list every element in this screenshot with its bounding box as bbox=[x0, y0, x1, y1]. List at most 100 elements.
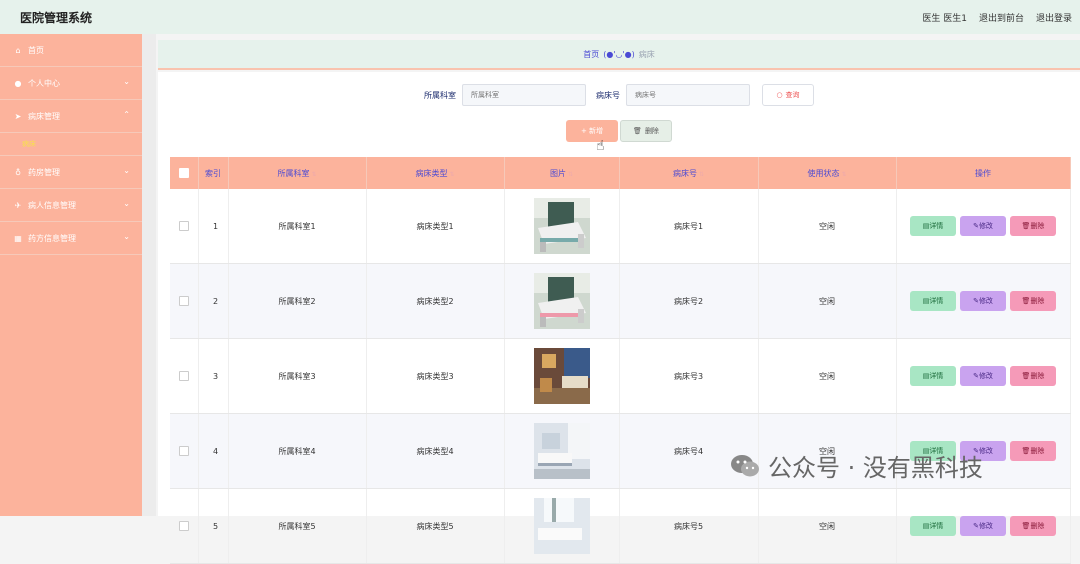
row-type: 病床类型4 bbox=[366, 413, 505, 489]
bed-number-input[interactable] bbox=[626, 84, 750, 106]
select-all-checkbox[interactable] bbox=[178, 168, 189, 178]
row-dept: 所属科室4 bbox=[228, 413, 367, 489]
room-photo-image[interactable] bbox=[533, 348, 590, 404]
row-checkbox[interactable] bbox=[178, 296, 189, 306]
row-type: 病床类型2 bbox=[366, 263, 505, 339]
row-type: 病床类型5 bbox=[366, 488, 505, 564]
sidebar-item-home[interactable]: ⌂ 首页 bbox=[0, 34, 142, 67]
row-checkbox[interactable] bbox=[178, 446, 189, 456]
row-dept: 所属科室2 bbox=[228, 263, 367, 339]
sidebar: ⌂ 首页 ● 个人中心 ⌄ ➤ 病床管理 ⌃ 病床 ♁ 药房管理 ⌄ ✈ 病人信… bbox=[0, 34, 142, 516]
row-status: 空闲 bbox=[758, 488, 897, 564]
trash-icon: 🗑 bbox=[633, 127, 642, 135]
app-title: 医院管理系统 bbox=[20, 10, 93, 25]
dept-input[interactable] bbox=[462, 84, 586, 106]
column-header-type[interactable]: 病床类型 ⇅ bbox=[366, 157, 505, 189]
edit-button[interactable]: ✎ 修改 bbox=[960, 366, 1006, 386]
table-header-row: 索引 所属科室 ⇅ 病床类型 ⇅ 图片 ⇅ 病床号 ⇅ 使用状态 ⇅ 操作 bbox=[170, 157, 1071, 189]
row-image-cell bbox=[504, 263, 620, 339]
row-index: 4 bbox=[198, 413, 229, 489]
bed-photo-image[interactable] bbox=[533, 198, 590, 254]
breadcrumb: 首页 (●'◡'●) 病床 bbox=[158, 40, 1080, 70]
sort-icon[interactable]: ⇅ bbox=[449, 171, 454, 178]
row-checkbox[interactable] bbox=[178, 221, 189, 231]
edit-button[interactable]: ✎ 修改 bbox=[960, 216, 1006, 236]
query-button-label: 查询 bbox=[785, 91, 800, 99]
sidebar-item-bed-management[interactable]: ➤ 病床管理 ⌃ bbox=[0, 100, 142, 133]
chevron-down-icon: ⌄ bbox=[123, 77, 130, 86]
delete-button[interactable]: 🗑 删除 bbox=[1010, 366, 1056, 386]
trash-icon: 🗑 bbox=[1021, 447, 1031, 455]
sidebar-subitem-bed[interactable]: 病床 bbox=[0, 133, 142, 156]
bed-table: 索引 所属科室 ⇅ 病床类型 ⇅ 图片 ⇅ 病床号 ⇅ 使用状态 ⇅ 操作 1 所属科室1… bbox=[170, 157, 1071, 564]
column-header-dept[interactable]: 所属科室 ⇅ bbox=[228, 157, 367, 189]
bed-photo-image[interactable] bbox=[533, 273, 590, 329]
top-header: 医院管理系统 医生 医生1 退出到前台 退出登录 bbox=[0, 0, 1080, 34]
row-index: 3 bbox=[198, 338, 229, 414]
sort-icon[interactable]: ⇅ bbox=[699, 171, 704, 178]
sidebar-item-prescriptions[interactable]: ▦ 药方信息管理 ⌄ bbox=[0, 222, 142, 255]
batch-delete-button[interactable]: 🗑 删除 bbox=[620, 120, 672, 142]
breadcrumb-home[interactable]: 首页 bbox=[583, 49, 599, 60]
row-dept: 所属科室1 bbox=[228, 189, 367, 264]
sidebar-item-patients[interactable]: ✈ 病人信息管理 ⌄ bbox=[0, 189, 142, 222]
row-bed-number: 病床号5 bbox=[619, 488, 759, 564]
trash-icon: 🗑 bbox=[1021, 297, 1031, 305]
grid-icon: ▦ bbox=[14, 233, 22, 243]
sidebar-item-personal[interactable]: ● 个人中心 ⌄ bbox=[0, 67, 142, 100]
detail-button[interactable]: ▤ 详情 bbox=[910, 516, 956, 536]
sort-icon[interactable]: ⇅ bbox=[841, 171, 846, 178]
delete-button[interactable]: 🗑 删除 bbox=[1010, 516, 1056, 536]
delete-button[interactable]: 🗑 删除 bbox=[1010, 441, 1056, 461]
column-header-image[interactable]: 图片 ⇅ bbox=[504, 157, 620, 189]
document-icon: ▤ bbox=[922, 372, 930, 380]
detail-button[interactable]: ▤ 详情 bbox=[910, 291, 956, 311]
sidebar-scrollbar[interactable] bbox=[142, 34, 156, 516]
chevron-up-icon: ⌃ bbox=[123, 110, 130, 119]
add-button[interactable]: + 新增 bbox=[566, 120, 618, 142]
row-image-cell bbox=[504, 413, 620, 489]
ward-photo-image[interactable] bbox=[533, 423, 590, 479]
row-actions: ▤ 详情 ✎ 修改 🗑 删除 bbox=[896, 338, 1071, 414]
delete-button[interactable]: 🗑 删除 bbox=[1010, 291, 1056, 311]
row-bed-number: 病床号1 bbox=[619, 189, 759, 264]
row-image-cell bbox=[504, 189, 620, 264]
column-header-status[interactable]: 使用状态 ⇅ bbox=[758, 157, 897, 189]
sidebar-item-label: 药房管理 bbox=[28, 167, 60, 177]
detail-button[interactable]: ▤ 详情 bbox=[910, 366, 956, 386]
document-icon: ▤ bbox=[922, 297, 930, 305]
column-header-bed[interactable]: 病床号 ⇅ bbox=[619, 157, 759, 189]
row-dept: 所属科室5 bbox=[228, 488, 367, 564]
table-row: 3 所属科室3 病床类型3 病床号3 空闲 ▤ 详情 ✎ 修改 🗑 删除 bbox=[170, 338, 1071, 414]
detail-button[interactable]: ▤ 详情 bbox=[910, 216, 956, 236]
row-type: 病床类型3 bbox=[366, 338, 505, 414]
row-type: 病床类型1 bbox=[366, 189, 505, 264]
row-status: 空闲 bbox=[758, 338, 897, 414]
column-header-actions: 操作 bbox=[896, 157, 1071, 189]
breadcrumb-separator: (●'◡'●) bbox=[603, 49, 635, 59]
sidebar-item-pharmacy[interactable]: ♁ 药房管理 ⌄ bbox=[0, 156, 142, 189]
ward-photo-image[interactable] bbox=[533, 498, 590, 554]
row-bed-number: 病床号3 bbox=[619, 338, 759, 414]
sort-icon[interactable]: ⇅ bbox=[311, 171, 316, 178]
select-all-cell[interactable] bbox=[170, 157, 199, 189]
trash-icon: 🗑 bbox=[1021, 522, 1031, 530]
edit-button[interactable]: ✎ 修改 bbox=[960, 516, 1006, 536]
search-bar: 所属科室 病床号 ○ 查询 bbox=[158, 84, 1080, 106]
sidebar-item-label: 首页 bbox=[28, 45, 44, 55]
query-button[interactable]: ○ 查询 bbox=[762, 84, 814, 106]
logout-link[interactable]: 退出登录 bbox=[1036, 11, 1072, 24]
row-checkbox[interactable] bbox=[178, 521, 189, 531]
delete-button[interactable]: 🗑 删除 bbox=[1010, 216, 1056, 236]
sidebar-item-label: 病床管理 bbox=[28, 111, 60, 121]
sort-icon[interactable]: ⇅ bbox=[568, 171, 573, 178]
dept-label: 所属科室 bbox=[424, 90, 456, 100]
row-index: 1 bbox=[198, 189, 229, 264]
home-icon: ⌂ bbox=[15, 45, 21, 55]
row-image-cell bbox=[504, 338, 620, 414]
edit-button[interactable]: ✎ 修改 bbox=[960, 291, 1006, 311]
front-link[interactable]: 退出到前台 bbox=[979, 11, 1024, 24]
bed-number-label: 病床号 bbox=[596, 90, 620, 100]
document-icon: ▤ bbox=[922, 522, 930, 530]
row-checkbox[interactable] bbox=[178, 371, 189, 381]
